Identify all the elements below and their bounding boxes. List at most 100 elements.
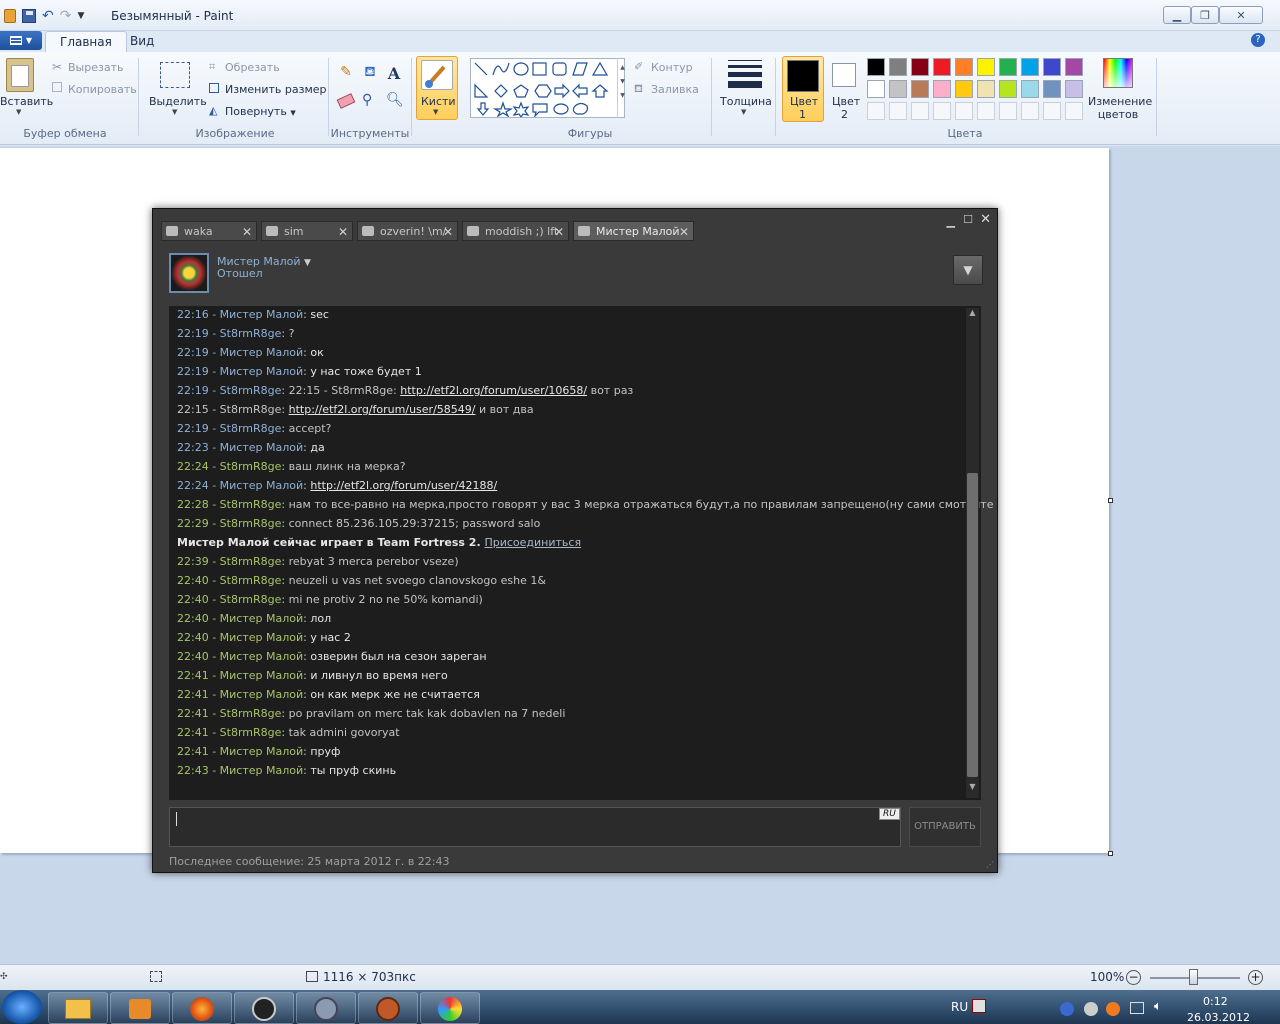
tray-icon[interactable]: [1106, 1002, 1120, 1016]
message-sender[interactable]: St8rmR8ge: [220, 726, 282, 739]
color-swatch[interactable]: [1043, 80, 1061, 98]
color-swatch[interactable]: [1043, 58, 1061, 76]
tray-steam-icon[interactable]: [1084, 1002, 1098, 1016]
taskbar-explorer[interactable]: [48, 992, 108, 1024]
message-sender[interactable]: St8rmR8ge: [220, 593, 282, 606]
color-swatch[interactable]: [955, 102, 973, 120]
text-tool-icon[interactable]: A: [384, 64, 404, 84]
resize-handle-right[interactable]: [1108, 498, 1113, 503]
chat-scrollbar[interactable]: ▲ ▼: [966, 308, 979, 798]
color-swatch[interactable]: [977, 102, 995, 120]
chat-tab[interactable]: waka ✕: [161, 221, 257, 241]
message-sender[interactable]: Мистер Малой: [220, 612, 303, 625]
tray-icon[interactable]: [1060, 1002, 1074, 1016]
clock-time[interactable]: 0:12: [1203, 995, 1228, 1008]
color-swatch[interactable]: [867, 80, 885, 98]
color-picker-icon[interactable]: ⚲: [362, 92, 372, 108]
message-sender[interactable]: Мистер Малой: [220, 308, 303, 321]
color-swatch[interactable]: [911, 58, 929, 76]
color-swatch[interactable]: [889, 58, 907, 76]
chat-tab[interactable]: sim ✕: [261, 221, 353, 241]
paste-chevron-icon[interactable]: ▼: [16, 108, 21, 116]
message-sender[interactable]: Мистер Малой: [220, 764, 303, 777]
color-swatch[interactable]: [955, 58, 973, 76]
outline-button[interactable]: Контур: [651, 61, 693, 74]
color-swatch[interactable]: [1065, 80, 1083, 98]
taskbar-paint[interactable]: [420, 992, 480, 1024]
select-button[interactable]: Выделить: [149, 95, 207, 108]
join-game-link[interactable]: Присоединиться: [484, 536, 581, 549]
resize-handle-corner[interactable]: [1108, 851, 1113, 856]
size-icon[interactable]: [728, 60, 762, 90]
scroll-thumb[interactable]: [967, 473, 978, 777]
message-sender[interactable]: Мистер Малой: [220, 631, 303, 644]
color-swatch[interactable]: [999, 80, 1017, 98]
taskbar-media-player[interactable]: [110, 992, 170, 1024]
input-language[interactable]: RU: [951, 1000, 968, 1014]
network-icon[interactable]: [1130, 1002, 1144, 1014]
minimize-button[interactable]: ▁: [1163, 6, 1191, 24]
color-swatch[interactable]: [1043, 102, 1061, 120]
color-swatch[interactable]: [999, 102, 1017, 120]
color2-swatch[interactable]: [832, 63, 856, 87]
message-sender[interactable]: St8rmR8ge: [220, 460, 282, 473]
color-swatch[interactable]: [999, 58, 1017, 76]
chat-maximize-icon[interactable]: ☐: [963, 213, 973, 226]
color-swatch[interactable]: [933, 102, 951, 120]
color-swatch[interactable]: [1021, 102, 1039, 120]
message-sender[interactable]: Мистер Малой: [220, 650, 303, 663]
message-link[interactable]: http://etf2l.org/forum/user/10658/: [400, 384, 587, 397]
chat-tab[interactable]: Мистер Малой ✕: [573, 221, 694, 241]
fill-button[interactable]: Заливка: [651, 83, 699, 96]
paint-menu-button[interactable]: ▼: [0, 31, 42, 50]
color-swatch[interactable]: [933, 58, 951, 76]
maximize-button[interactable]: ❐: [1191, 6, 1219, 24]
message-input[interactable]: [169, 807, 901, 847]
message-sender[interactable]: St8rmR8ge: [220, 498, 282, 511]
message-sender[interactable]: St8rmR8ge: [220, 422, 282, 435]
color-swatch[interactable]: [955, 80, 973, 98]
scroll-down-icon[interactable]: ▼: [966, 782, 979, 798]
shapes-scroll[interactable]: ▲ ▼ ▼: [617, 58, 627, 118]
resize-button[interactable]: Изменить размер: [225, 83, 327, 96]
message-sender[interactable]: St8rmR8ge: [220, 574, 282, 587]
chat-tab[interactable]: ozverin! \m/✕: [357, 221, 458, 241]
undo-icon[interactable]: ↶: [42, 8, 54, 24]
color-swatch[interactable]: [977, 80, 995, 98]
select-icon[interactable]: [160, 62, 190, 88]
message-sender[interactable]: Мистер Малой: [220, 688, 303, 701]
language-bar-icon[interactable]: [972, 999, 986, 1013]
pencil-icon[interactable]: ✎: [336, 64, 356, 84]
paint-app-icon[interactable]: [4, 9, 16, 23]
chat-tab-close-icon[interactable]: ✕: [242, 225, 252, 239]
message-sender[interactable]: St8rmR8ge: [220, 384, 282, 397]
color-swatch[interactable]: [889, 80, 907, 98]
shapes-gallery[interactable]: [470, 58, 625, 118]
size-label[interactable]: Толщина: [720, 95, 772, 108]
resize-grip-icon[interactable]: ⋰: [986, 860, 994, 869]
friend-avatar[interactable]: [169, 253, 209, 293]
scroll-up-icon[interactable]: ▲: [966, 308, 979, 324]
tab-view[interactable]: Вид: [116, 31, 168, 52]
customize-qat-icon[interactable]: ▼: [77, 11, 84, 21]
color-swatch[interactable]: [911, 80, 929, 98]
select-chevron-icon[interactable]: ▼: [172, 108, 177, 116]
chat-close-icon[interactable]: ✕: [980, 212, 991, 227]
zoom-in-button[interactable]: +: [1248, 970, 1263, 985]
message-sender[interactable]: Мистер Малой: [220, 745, 303, 758]
close-button[interactable]: ✕: [1219, 6, 1263, 24]
chat-tab-close-icon[interactable]: ✕: [443, 225, 453, 239]
tab-home[interactable]: Главная: [45, 31, 127, 52]
color-swatch[interactable]: [977, 58, 995, 76]
magnifier-icon[interactable]: 🔍︎: [386, 92, 404, 108]
color-swatch[interactable]: [889, 102, 907, 120]
chat-tab-close-icon[interactable]: ✕: [338, 225, 348, 239]
taskbar-steam[interactable]: [234, 992, 294, 1024]
save-icon[interactable]: [22, 9, 36, 23]
message-sender[interactable]: St8rmR8ge: [220, 517, 282, 530]
color-swatch[interactable]: [933, 80, 951, 98]
size-chevron-icon[interactable]: ▼: [741, 108, 746, 116]
color-swatch[interactable]: [1021, 80, 1039, 98]
message-link[interactable]: http://etf2l.org/forum/user/42188/: [310, 479, 497, 492]
paste-icon[interactable]: [6, 58, 34, 92]
